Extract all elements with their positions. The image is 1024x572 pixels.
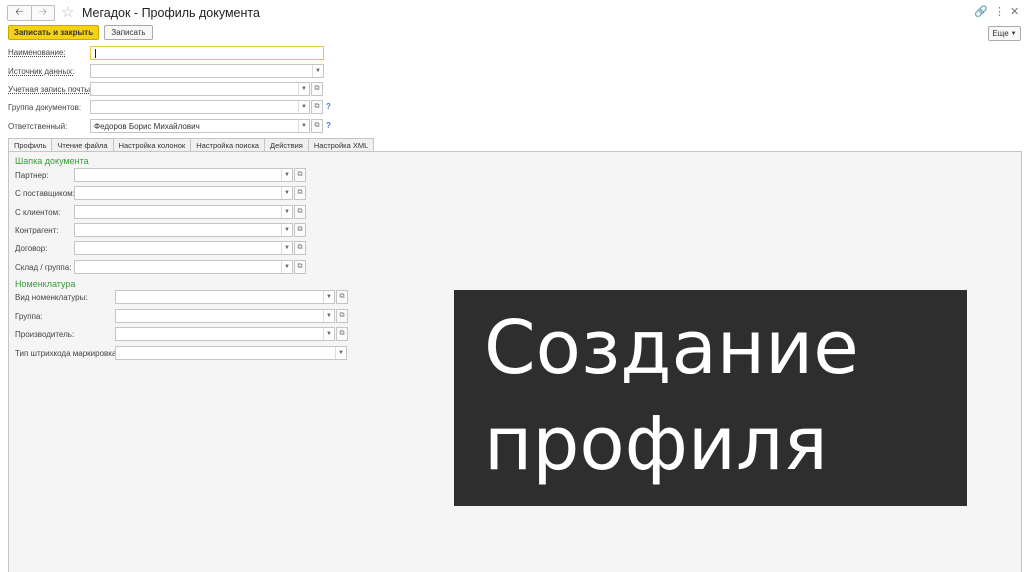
supplier-select[interactable]: ▼ xyxy=(74,186,293,200)
open-icon[interactable]: ⧉ xyxy=(294,260,306,274)
mail-label: Учетная запись почты: xyxy=(8,85,93,94)
dropdown-arrow-icon[interactable]: ▼ xyxy=(281,224,292,236)
dropdown-arrow-icon[interactable]: ▼ xyxy=(298,83,309,95)
name-label: Наименование: xyxy=(8,48,66,57)
tab-columns[interactable]: Настройка колонок xyxy=(112,138,192,152)
nom-type-select[interactable]: ▼ xyxy=(115,290,335,304)
help-icon[interactable]: ? xyxy=(326,121,331,130)
open-icon[interactable]: ⧉ xyxy=(336,309,348,323)
help-icon[interactable]: ? xyxy=(326,102,331,111)
dropdown-arrow-icon[interactable]: ▼ xyxy=(312,65,323,77)
dropdown-arrow-icon[interactable]: ▼ xyxy=(323,310,334,322)
open-icon[interactable]: ⧉ xyxy=(294,223,306,237)
more-vert-icon[interactable]: ⋮ xyxy=(994,5,1005,18)
counterparty-select[interactable]: ▼ xyxy=(74,223,293,237)
section-header-doc: Шапка документа xyxy=(15,156,89,166)
back-arrow-icon[interactable]: 🡠 xyxy=(8,6,31,20)
mail-select[interactable]: ▼ xyxy=(90,82,310,96)
manufacturer-label: Производитель: xyxy=(15,330,75,339)
window-title: Мегадок - Профиль документа xyxy=(82,6,260,20)
more-label: Еще xyxy=(992,29,1009,38)
dropdown-arrow-icon[interactable]: ▼ xyxy=(281,187,292,199)
open-icon[interactable]: ⧉ xyxy=(294,241,306,255)
barcode-type-label: Тип штрихкода маркировка: xyxy=(15,349,119,358)
supplier-label: С поставщиком: xyxy=(15,189,75,198)
warehouse-label: Склад / группа: xyxy=(15,263,72,272)
open-icon[interactable]: ⧉ xyxy=(294,186,306,200)
client-select[interactable]: ▼ xyxy=(74,205,293,219)
chevron-down-icon: ▼ xyxy=(1010,30,1017,37)
overlay-line-2: профиля xyxy=(484,401,828,487)
nav-buttons: 🡠 🡢 xyxy=(7,5,55,21)
overlay-title: Создание профиля xyxy=(484,300,859,492)
open-icon[interactable]: ⧉ xyxy=(294,205,306,219)
text-cursor xyxy=(95,48,96,58)
dropdown-arrow-icon[interactable]: ▼ xyxy=(281,242,292,254)
contract-label: Договор: xyxy=(15,244,48,253)
source-label: Источник данных: xyxy=(8,67,75,76)
dropdown-arrow-icon[interactable]: ▼ xyxy=(281,169,292,181)
partner-label: Партнер: xyxy=(15,171,49,180)
responsible-select[interactable]: Федоров Борис Михайлович ▼ xyxy=(90,119,310,133)
close-icon[interactable]: ✕ xyxy=(1010,5,1019,18)
tab-profile[interactable]: Профиль xyxy=(8,138,53,152)
dropdown-arrow-icon[interactable]: ▼ xyxy=(281,206,292,218)
contract-select[interactable]: ▼ xyxy=(74,241,293,255)
save-and-close-button[interactable]: Записать и закрыть xyxy=(8,25,99,40)
group-select[interactable]: ▼ xyxy=(90,100,310,114)
nom-type-label: Вид номенклатуры: xyxy=(15,293,88,302)
nom-group-label: Группа: xyxy=(15,312,43,321)
favorite-star-icon[interactable]: ☆ xyxy=(61,3,74,21)
open-icon[interactable]: ⧉ xyxy=(311,82,323,96)
open-icon[interactable]: ⧉ xyxy=(336,290,348,304)
overlay-title-card: Создание профиля xyxy=(454,290,967,506)
tab-xml[interactable]: Настройка XML xyxy=(307,138,375,152)
forward-arrow-icon[interactable]: 🡢 xyxy=(30,6,55,20)
tab-file-reading[interactable]: Чтение файла xyxy=(51,138,114,152)
counterparty-label: Контрагент: xyxy=(15,226,59,235)
tab-search[interactable]: Настройка поиска xyxy=(190,138,265,152)
link-icon[interactable]: 🔗 xyxy=(974,5,988,18)
client-label: С клиентом: xyxy=(15,208,61,217)
open-icon[interactable]: ⧉ xyxy=(311,100,323,114)
dropdown-arrow-icon[interactable]: ▼ xyxy=(298,101,309,113)
dropdown-arrow-icon[interactable]: ▼ xyxy=(323,328,334,340)
tab-actions[interactable]: Действия xyxy=(263,138,309,152)
partner-select[interactable]: ▼ xyxy=(74,168,293,182)
dropdown-arrow-icon[interactable]: ▼ xyxy=(323,291,334,303)
dropdown-arrow-icon[interactable]: ▼ xyxy=(335,347,346,359)
overlay-line-1: Создание xyxy=(484,305,859,391)
section-nomenclature: Номенклатура xyxy=(15,279,76,289)
tab-bar: Профиль Чтение файла Настройка колонок Н… xyxy=(8,138,375,152)
manufacturer-select[interactable]: ▼ xyxy=(115,327,335,341)
open-icon[interactable]: ⧉ xyxy=(311,119,323,133)
dropdown-arrow-icon[interactable]: ▼ xyxy=(281,261,292,273)
barcode-type-select[interactable]: ▼ xyxy=(115,346,347,360)
more-button[interactable]: Еще ▼ xyxy=(988,26,1021,41)
responsible-label: Ответственный: xyxy=(8,122,68,131)
save-button[interactable]: Записать xyxy=(104,25,153,40)
group-label: Группа документов: xyxy=(8,103,82,112)
responsible-value: Федоров Борис Михайлович xyxy=(94,121,200,131)
warehouse-select[interactable]: ▼ xyxy=(74,260,293,274)
dropdown-arrow-icon[interactable]: ▼ xyxy=(298,120,309,132)
open-icon[interactable]: ⧉ xyxy=(294,168,306,182)
source-select[interactable]: ▼ xyxy=(90,64,324,78)
open-icon[interactable]: ⧉ xyxy=(336,327,348,341)
name-input[interactable] xyxy=(90,46,324,60)
nom-group-select[interactable]: ▼ xyxy=(115,309,335,323)
